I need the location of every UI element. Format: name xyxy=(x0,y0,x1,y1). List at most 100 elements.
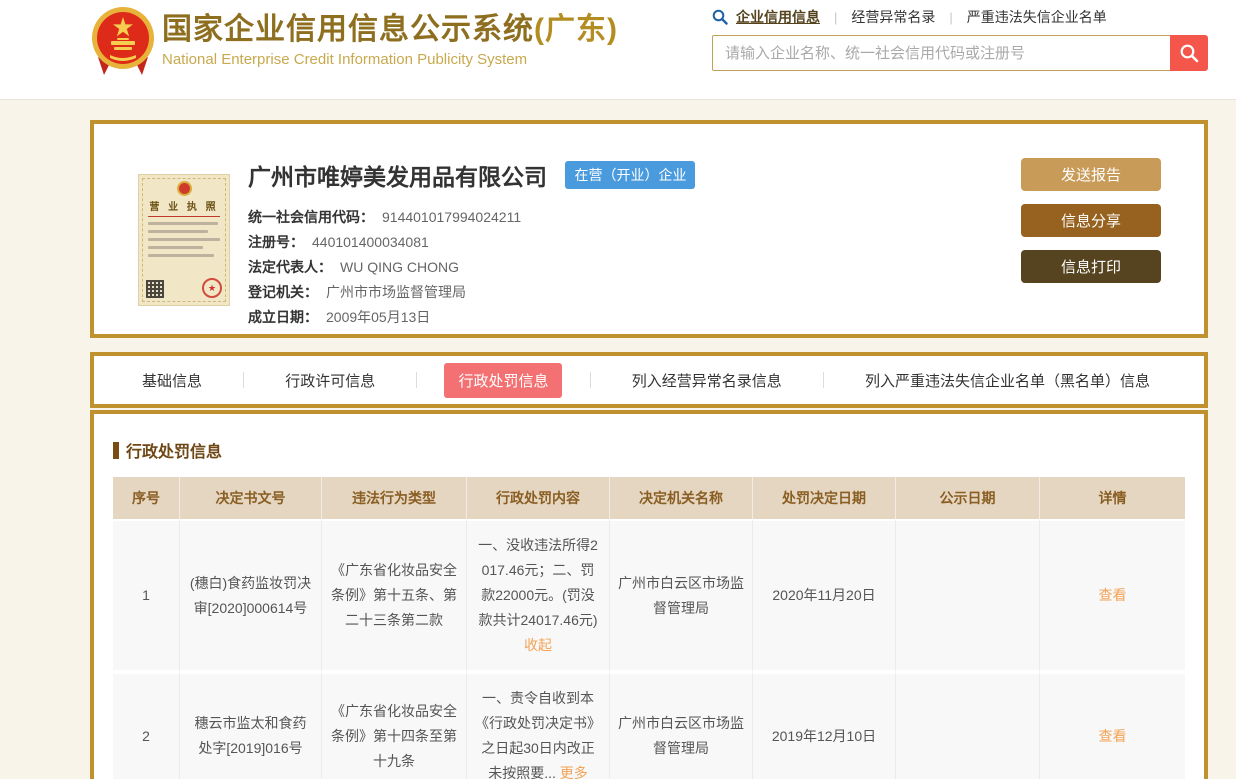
license-divider xyxy=(148,216,220,217)
tab-divider xyxy=(416,372,417,388)
field-value: 2009年05月13日 xyxy=(326,309,430,325)
cell-violation-type: 《广东省化妆品安全条例》第十四条至第十九条 xyxy=(322,672,467,779)
field-registration-no: 注册号： 440101400034081 xyxy=(248,230,695,255)
view-detail-link[interactable]: 查看 xyxy=(1099,587,1127,603)
header-nav: 企业信用信息 | 经营异常名录 | 严重违法失信企业名单 xyxy=(712,6,1208,28)
company-status-badge: 在营（开业）企业 xyxy=(565,161,695,189)
penalty-content-text: 一、没收违法所得2017.46元；二、罚款22000元。(罚没款共计24017.… xyxy=(478,537,598,628)
company-main: 广州市唯婷美发用品有限公司 在营（开业）企业 统一社会信用代码： 91440101… xyxy=(248,158,695,330)
tab-divider xyxy=(590,372,591,388)
license-text-line xyxy=(148,238,220,241)
search-icon xyxy=(712,9,728,25)
tab-divider xyxy=(823,372,824,388)
cell-publish-date xyxy=(896,519,1040,672)
cell-doc-no: 穗云市监太和食药处字[2019]016号 xyxy=(180,672,322,779)
tab-divider xyxy=(243,372,244,388)
tabs-bar: 基础信息 行政许可信息 行政处罚信息 列入经营异常名录信息 列入严重违法失信企业… xyxy=(94,356,1204,404)
company-fields: 统一社会信用代码： 914401017994024211 注册号： 44010140… xyxy=(248,205,695,330)
cell-publish-date xyxy=(896,672,1040,779)
cell-penalty-content: 一、责令自收到本《行政处罚决定书》之日起30日内改正未按照要... 更多 xyxy=(467,672,610,779)
nav-link-enterprise-credit[interactable]: 企业信用信息 xyxy=(736,7,820,27)
license-title: 营 业 执 照 xyxy=(146,198,222,213)
col-header-authority: 决定机关名称 xyxy=(610,477,753,519)
license-emblem-icon xyxy=(177,181,192,196)
search-bar xyxy=(712,35,1208,71)
collapse-link[interactable]: 收起 xyxy=(524,637,552,653)
tab-blacklist[interactable]: 列入严重违法失信企业名单（黑名单）信息 xyxy=(851,363,1164,398)
tab-admin-license[interactable]: 行政许可信息 xyxy=(271,363,389,398)
col-header-decision-date: 处罚决定日期 xyxy=(753,477,896,519)
cell-authority: 广州市白云区市场监督管理局 xyxy=(610,672,753,779)
field-label: 统一社会信用代码： xyxy=(248,209,374,225)
site-title: 国家企业信用信息公示系统(广东) xyxy=(162,13,618,47)
col-header-doc-no: 决定书文号 xyxy=(180,477,322,519)
license-text-line xyxy=(148,222,218,225)
cell-penalty-content: 一、没收违法所得2017.46元；二、罚款22000元。(罚没款共计24017.… xyxy=(467,519,610,672)
field-value: 914401017994024211 xyxy=(382,209,521,225)
field-legal-representative: 法定代表人： WU QING CHONG xyxy=(248,255,695,280)
field-label: 成立日期： xyxy=(248,309,318,325)
col-header-publish-date: 公示日期 xyxy=(896,477,1040,519)
section-bar xyxy=(113,442,119,459)
table-row: 2 穗云市监太和食药处字[2019]016号 《广东省化妆品安全条例》第十四条至… xyxy=(113,672,1185,779)
license-text-line xyxy=(148,246,203,249)
field-value: 440101400034081 xyxy=(312,234,429,250)
cell-decision-date: 2020年11月20日 xyxy=(753,519,896,672)
nav-divider: | xyxy=(949,10,952,25)
penalty-card: 行政处罚信息 序号 决定书文号 违法行为类型 行政处罚内容 决定机关名称 处罚决… xyxy=(90,410,1208,779)
nav-link-serious-violations[interactable]: 严重违法失信企业名单 xyxy=(967,7,1107,27)
share-info-button[interactable]: 信息分享 xyxy=(1021,204,1161,237)
site-title-block: 国家企业信用信息公示系统(广东) National Enterprise Cre… xyxy=(162,13,618,68)
col-header-penalty-content: 行政处罚内容 xyxy=(467,477,610,519)
site-title-main: 国家企业信用信息公示系统 xyxy=(162,13,534,46)
cell-violation-type: 《广东省化妆品安全条例》第十五条、第二十三条第二款 xyxy=(322,519,467,672)
cell-detail: 查看 xyxy=(1040,672,1185,779)
cell-index: 2 xyxy=(113,672,180,779)
field-label: 登记机关： xyxy=(248,284,318,300)
tabs-card: 基础信息 行政许可信息 行政处罚信息 列入经营异常名录信息 列入严重违法失信企业… xyxy=(90,352,1208,408)
cell-index: 1 xyxy=(113,519,180,672)
field-value: WU QING CHONG xyxy=(340,259,459,275)
cell-detail: 查看 xyxy=(1040,519,1185,672)
section-header: 行政处罚信息 xyxy=(113,438,1204,462)
table-header-row: 序号 决定书文号 违法行为类型 行政处罚内容 决定机关名称 处罚决定日期 公示日… xyxy=(113,477,1185,519)
site-header: 国家企业信用信息公示系统(广东) National Enterprise Cre… xyxy=(0,0,1236,100)
national-emblem-logo xyxy=(90,5,156,79)
view-detail-link[interactable]: 查看 xyxy=(1099,728,1127,744)
cell-decision-date: 2019年12月10日 xyxy=(753,672,896,779)
nav-divider: | xyxy=(834,10,837,25)
tab-abnormal-list[interactable]: 列入经营异常名录信息 xyxy=(618,363,796,398)
col-header-detail: 详情 xyxy=(1040,477,1185,519)
company-info-card: 营 业 执 照 ★ 广州市唯婷美发用品有限公司 在营（开业）企业 统一社会信用代… xyxy=(90,120,1208,338)
site-subtitle: National Enterprise Credit Information P… xyxy=(162,51,618,68)
field-value: 广州市市场监督管理局 xyxy=(326,284,466,300)
license-text-line xyxy=(148,230,208,233)
business-license-image: 营 业 执 照 ★ xyxy=(138,174,230,306)
cell-authority: 广州市白云区市场监督管理局 xyxy=(610,519,753,672)
search-input[interactable] xyxy=(712,35,1170,71)
field-credit-code: 统一社会信用代码： 914401017994024211 xyxy=(248,205,695,230)
search-button[interactable] xyxy=(1170,35,1208,71)
more-link[interactable]: 更多 xyxy=(560,765,588,779)
license-qr-code xyxy=(146,280,164,298)
tab-basic-info[interactable]: 基础信息 xyxy=(128,363,216,398)
field-label: 法定代表人： xyxy=(248,259,332,275)
send-report-button[interactable]: 发送报告 xyxy=(1021,158,1161,191)
license-text-line xyxy=(148,254,214,257)
site-title-region: (广东) xyxy=(534,13,618,46)
col-header-violation-type: 违法行为类型 xyxy=(322,477,467,519)
company-name: 广州市唯婷美发用品有限公司 xyxy=(248,158,547,192)
header-right: 企业信用信息 | 经营异常名录 | 严重违法失信企业名单 xyxy=(712,6,1208,71)
field-label: 注册号： xyxy=(248,234,304,250)
penalty-table: 序号 决定书文号 违法行为类型 行政处罚内容 决定机关名称 处罚决定日期 公示日… xyxy=(113,477,1185,779)
nav-link-abnormal-operations[interactable]: 经营异常名录 xyxy=(851,7,935,27)
table-row: 1 (穗白)食药监妆罚决审[2020]000614号 《广东省化妆品安全条例》第… xyxy=(113,519,1185,672)
search-button-icon xyxy=(1179,43,1199,63)
section-title: 行政处罚信息 xyxy=(126,438,222,462)
field-establishment-date: 成立日期： 2009年05月13日 xyxy=(248,305,695,330)
tab-admin-penalty[interactable]: 行政处罚信息 xyxy=(444,363,562,398)
print-info-button[interactable]: 信息打印 xyxy=(1021,250,1161,283)
col-header-index: 序号 xyxy=(113,477,180,519)
company-actions: 发送报告 信息分享 信息打印 xyxy=(1021,158,1161,296)
field-registration-authority: 登记机关： 广州市市场监督管理局 xyxy=(248,280,695,305)
